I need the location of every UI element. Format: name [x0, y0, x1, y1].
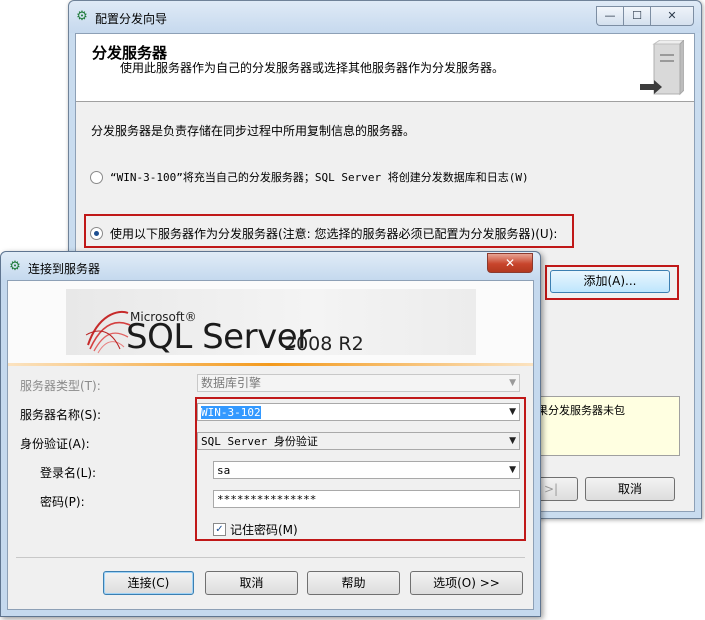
radio-other[interactable] [90, 227, 103, 240]
radio-self[interactable] [90, 170, 103, 184]
options-button[interactable]: 选项(O) >> [410, 571, 523, 595]
server-name-combo[interactable]: WIN-3-102 ▼ [197, 403, 520, 421]
server-type-label: 服务器类型(T): [20, 379, 101, 393]
option-other-distributor[interactable]: 使用以下服务器作为分发服务器(注意: 您选择的服务器必须已配置为分发服务器)(U… [90, 225, 557, 242]
password-label: 密码(P): [40, 495, 85, 509]
minimize-button[interactable]: — [596, 6, 623, 26]
remember-password-label: 记住密码(M) [230, 523, 298, 537]
connect-app-icon: ⚙ [9, 259, 21, 274]
product-version: 2008 R2 [284, 333, 364, 355]
wizard-app-icon: ⚙ [76, 9, 88, 24]
login-combo[interactable]: sa ▼ [213, 461, 520, 479]
page-subtitle: 使用此服务器作为自己的分发服务器或选择其他服务器作为分发服务器。 [120, 61, 505, 75]
option-other-label: 使用以下服务器作为分发服务器(注意: 您选择的服务器必须已配置为分发服务器)(U… [110, 227, 558, 241]
server-name-value: WIN-3-102 [201, 406, 261, 419]
connect-body: Microsoft® SQL Server 2008 R2 服务器类型(T): … [7, 280, 534, 610]
connect-title: 连接到服务器 [28, 262, 101, 276]
maximize-button[interactable]: ☐ [623, 6, 650, 26]
help-button[interactable]: 帮助 [307, 571, 400, 595]
product-banner: Microsoft® SQL Server 2008 R2 [8, 281, 533, 363]
connect-dialog: ⚙ 连接到服务器 ✕ Microsoft® SQL Server 2008 R2… [0, 251, 541, 617]
wizard-header: 分发服务器 使用此服务器作为自己的分发服务器或选择其他服务器作为分发服务器。 [76, 34, 694, 102]
product-name: SQL Server [126, 317, 311, 357]
connect-titlebar[interactable]: ⚙ 连接到服务器 ✕ [1, 252, 540, 280]
server-type-select[interactable]: 数据库引擎 ▼ [197, 374, 520, 392]
cancel-button[interactable]: 取消 [585, 477, 675, 501]
wizard-titlebar[interactable]: ⚙ 配置分发向导 — ☐ ✕ [69, 1, 701, 33]
auth-label: 身份验证(A): [20, 437, 90, 451]
wizard-title: 配置分发向导 [95, 12, 168, 26]
close-button[interactable]: ✕ [487, 253, 533, 273]
server-graphic-icon [640, 40, 684, 96]
option-self-distributor[interactable]: “WIN-3-100”将充当自己的分发服务器；SQL Server 将创建分发数… [90, 169, 529, 185]
auth-select[interactable]: SQL Server 身份验证 ▼ [197, 432, 520, 450]
banner-stripe [8, 363, 533, 366]
description-text: 分发服务器是负责存储在同步过程中所用复制信息的服务器。 [91, 124, 416, 138]
login-label: 登录名(L): [40, 466, 97, 480]
close-button[interactable]: ✕ [650, 6, 694, 26]
remember-password-checkbox[interactable]: ✓ [213, 523, 226, 536]
sql-server-logo-icon [85, 310, 131, 354]
option-self-label: “WIN-3-100”将充当自己的分发服务器；SQL Server 将创建分发数… [110, 171, 529, 184]
password-field[interactable]: *************** [213, 490, 520, 508]
cancel-button[interactable]: 取消 [205, 571, 298, 595]
connect-button[interactable]: 连接(C) [103, 571, 194, 595]
divider [16, 557, 525, 558]
server-name-label: 服务器名称(S): [20, 408, 102, 422]
add-distributor-button[interactable]: 添加(A)... [550, 270, 670, 293]
